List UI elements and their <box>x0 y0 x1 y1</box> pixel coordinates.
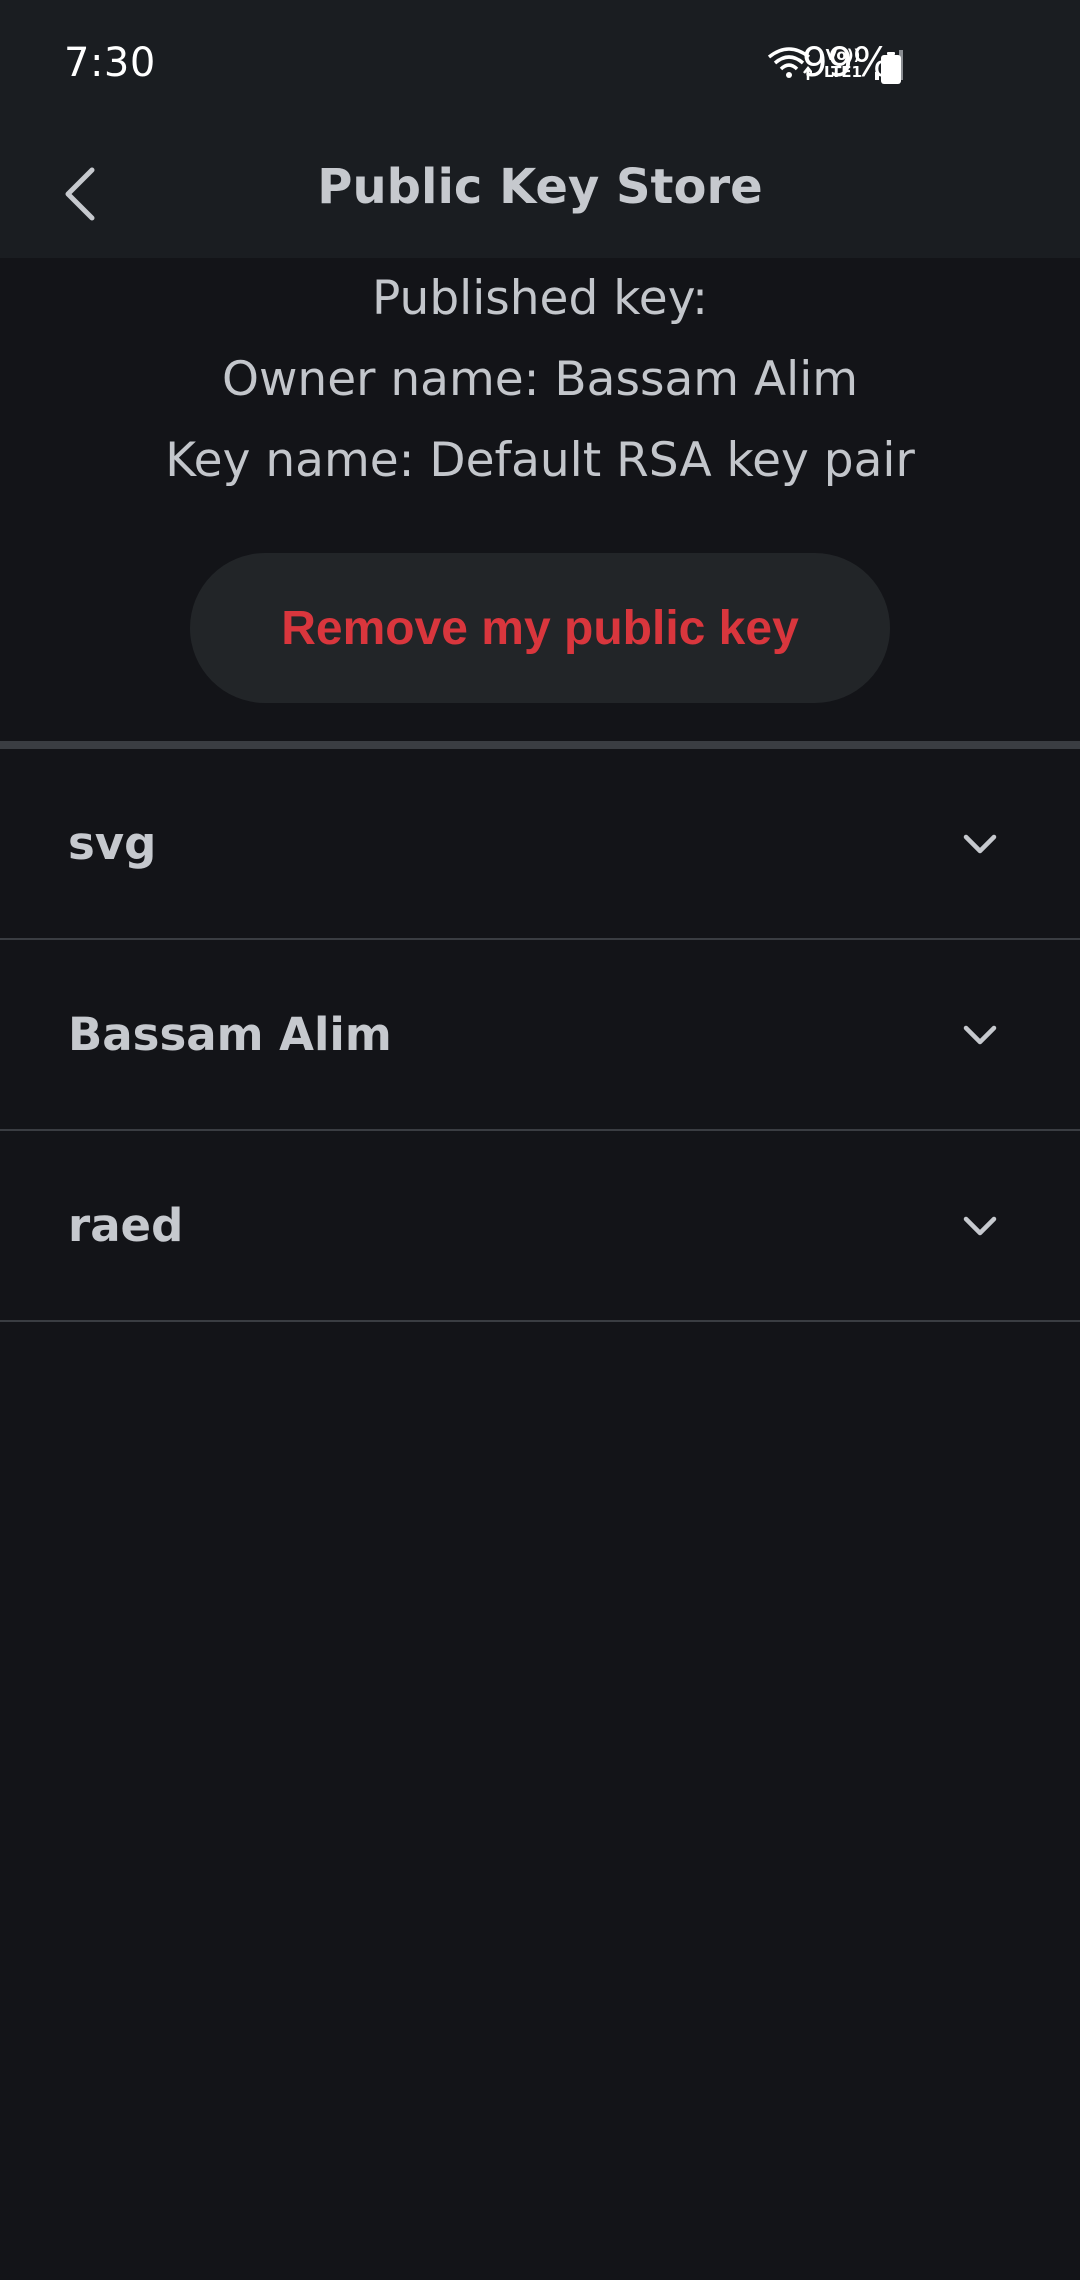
chevron-down-icon[interactable] <box>960 825 1000 865</box>
chevron-down-icon[interactable] <box>960 1207 1000 1247</box>
owner-name-line: Owner name: Bassam Alim <box>221 352 859 407</box>
chevron-down-icon[interactable] <box>960 1016 1000 1056</box>
list-item[interactable]: raed <box>0 1131 1080 1322</box>
list-item-name: svg <box>68 817 157 870</box>
battery-percent: 99% <box>802 40 891 86</box>
published-key-heading: Published key: <box>372 271 708 326</box>
list-item-name: raed <box>68 1199 184 1252</box>
list-item[interactable]: svg <box>0 749 1080 940</box>
status-time: 7:30 <box>64 40 156 86</box>
page-title: Public Key Store <box>317 159 763 215</box>
battery-icon <box>881 52 901 84</box>
section-divider <box>0 741 1080 749</box>
published-key-panel: Published key: Owner name: Bassam Alim K… <box>0 258 1080 501</box>
app-bar: Public Key Store <box>0 132 1080 258</box>
list-item[interactable]: Bassam Alim <box>0 940 1080 1131</box>
key-list: svg Bassam Alim raed <box>0 749 1080 1322</box>
remove-public-key-button[interactable]: Remove my public key <box>190 553 890 703</box>
status-bar: 7:30 Vo)) LTE1 99% <box>0 0 1080 132</box>
list-item-name: Bassam Alim <box>68 1008 392 1061</box>
key-name-line: Key name: Default RSA key pair <box>165 433 915 488</box>
